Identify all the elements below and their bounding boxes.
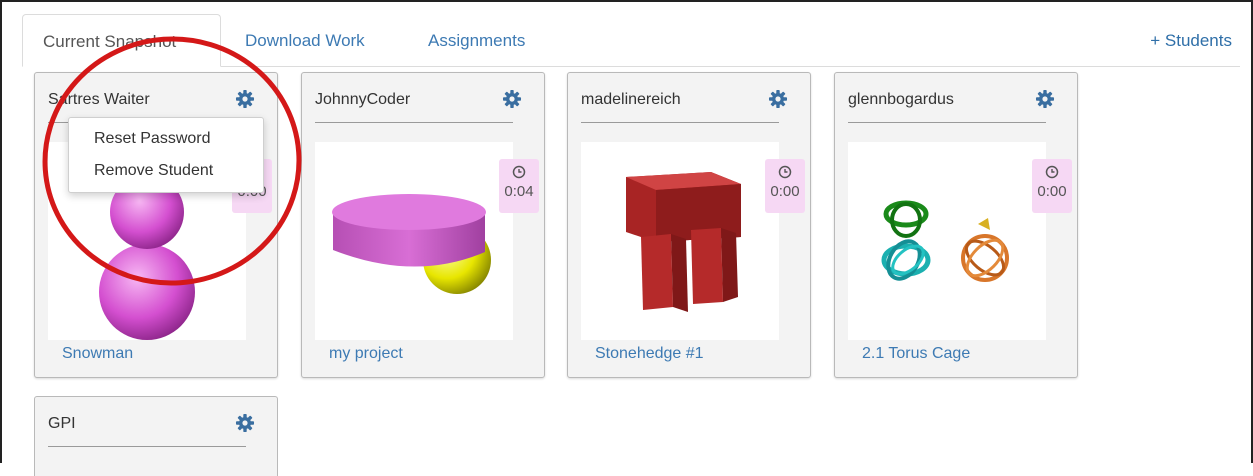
divider [848,122,1046,123]
student-name: Sartres Waiter [48,91,150,108]
tab-bar: Current Snapshot Download Work Assignmen… [22,14,1240,67]
student-name: JohnnyCoder [315,91,411,108]
student-options-menu: Reset Password Remove Student [68,117,264,193]
student-card: JohnnyCoder 0:04 my project [301,72,545,378]
project-thumbnail[interactable] [581,142,779,340]
project-link[interactable]: Stonehedge #1 [595,345,704,363]
timer-badge: 0:00 [765,159,805,213]
divider [315,122,513,123]
student-name: GPI [48,415,76,432]
student-name: madelinereich [581,91,681,108]
divider [581,122,779,123]
project-link[interactable]: Snowman [62,345,133,363]
divider [48,446,246,447]
project-thumbnail[interactable] [315,142,513,340]
timer-value: 0:00 [770,183,800,200]
tab-current-snapshot[interactable]: Current Snapshot [22,14,221,67]
project-link[interactable]: my project [329,345,403,363]
reset-password-menu-item[interactable]: Reset Password [94,130,211,148]
gear-icon[interactable] [235,413,255,433]
timer-badge: 0:04 [499,159,539,213]
remove-student-menu-item[interactable]: Remove Student [94,162,213,180]
student-card: madelinereich 0:00 Stonehedge #1 [567,72,811,378]
student-name: glennbogardus [848,91,954,108]
student-card: GPI [34,396,278,476]
gear-icon[interactable] [1035,89,1055,109]
project-thumbnail[interactable] [848,142,1046,340]
timer-value: 0:04 [504,183,534,200]
timer-badge: 0:00 [1032,159,1072,213]
clock-icon [512,165,526,179]
tab-assignments[interactable]: Assignments [428,14,525,66]
timer-value: 0:00 [1037,183,1067,200]
gear-icon[interactable] [768,89,788,109]
student-card: glennbogardus 0:00 2.1 Torus Cage [834,72,1078,378]
add-students-button[interactable]: + Students [1150,14,1232,68]
gear-icon[interactable] [235,89,255,109]
project-link[interactable]: 2.1 Torus Cage [862,345,970,363]
clock-icon [778,165,792,179]
tab-download-work[interactable]: Download Work [245,14,365,66]
gear-icon[interactable] [502,89,522,109]
clock-icon [1045,165,1059,179]
